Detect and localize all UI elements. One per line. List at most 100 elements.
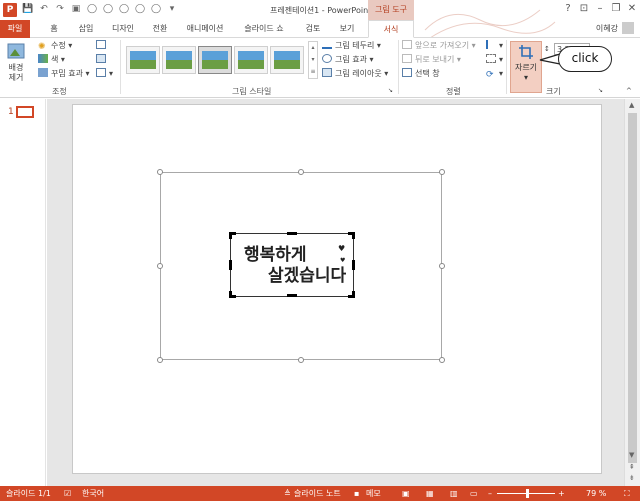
comments-button[interactable]: 메모 bbox=[366, 486, 381, 501]
crop-handle[interactable] bbox=[287, 294, 297, 297]
tab-insert[interactable]: 삽입 bbox=[72, 20, 100, 38]
send-backward-button[interactable]: 뒤로 보내기 ▾ bbox=[402, 54, 461, 66]
heart-icon: ♥ bbox=[338, 244, 346, 253]
tab-format[interactable]: 서식 bbox=[368, 20, 414, 38]
crop-handle[interactable] bbox=[352, 260, 355, 270]
redo-icon[interactable]: ↷ bbox=[54, 3, 66, 15]
artistic-effects-button[interactable]: 꾸밈 효과 ▾ bbox=[38, 68, 90, 80]
prev-slide-icon[interactable]: ⇞ bbox=[629, 463, 635, 471]
save-icon[interactable]: 💾 bbox=[22, 3, 34, 15]
next-slide-icon[interactable]: ⇟ bbox=[629, 474, 635, 482]
zoom-slider-thumb[interactable] bbox=[526, 489, 529, 498]
resize-handle[interactable] bbox=[439, 357, 445, 363]
corrections-button[interactable]: ✺ 수정 ▾ bbox=[38, 40, 72, 52]
picture-border-button[interactable]: 그림 테두리 ▾ bbox=[322, 40, 381, 52]
comments-icon[interactable]: ▪ bbox=[354, 486, 359, 501]
crop-icon bbox=[519, 45, 533, 59]
slide-number: 1 bbox=[8, 107, 14, 117]
tab-view[interactable]: 보기 bbox=[334, 20, 360, 38]
user-name[interactable]: 이혜강 bbox=[596, 23, 618, 34]
resize-handle[interactable] bbox=[439, 169, 445, 175]
from-beginning-icon[interactable]: ▣ bbox=[70, 3, 82, 15]
picture-effects-label: 그림 효과 bbox=[335, 55, 367, 64]
reset-picture-button[interactable]: ▾ bbox=[96, 68, 113, 80]
slide-sorter-icon[interactable]: ▦ bbox=[426, 486, 434, 501]
picture-style-4[interactable] bbox=[234, 46, 268, 74]
scroll-thumb[interactable] bbox=[628, 113, 637, 463]
tab-review[interactable]: 검토 bbox=[300, 20, 326, 38]
scroll-down-icon[interactable]: ▼ bbox=[629, 451, 634, 459]
zoom-level[interactable]: 79 % bbox=[586, 486, 606, 501]
minimize-button[interactable]: – bbox=[592, 0, 608, 18]
size-launcher-icon[interactable]: ↘ bbox=[598, 85, 603, 97]
crop-handle[interactable] bbox=[348, 291, 355, 298]
zoom-in-icon[interactable]: + bbox=[558, 486, 565, 501]
align-icon bbox=[486, 40, 496, 49]
change-picture-button[interactable] bbox=[96, 54, 109, 66]
remove-background-button[interactable]: 배경 제거 bbox=[4, 42, 28, 83]
crop-handle[interactable] bbox=[287, 232, 297, 235]
group-button[interactable]: ▾ bbox=[486, 54, 503, 66]
normal-view-icon[interactable]: ▣ bbox=[402, 486, 410, 501]
tab-file[interactable]: 파일 bbox=[0, 20, 30, 38]
shape-icon[interactable]: ◯ bbox=[86, 3, 98, 15]
resize-handle[interactable] bbox=[157, 169, 163, 175]
collapse-ribbon-icon[interactable]: ^ bbox=[626, 85, 632, 97]
notes-button[interactable]: 슬라이드 노트 bbox=[294, 486, 341, 501]
resize-handle[interactable] bbox=[298, 357, 304, 363]
avatar[interactable] bbox=[622, 22, 634, 34]
reading-view-icon[interactable]: ▥ bbox=[450, 486, 458, 501]
resize-handle[interactable] bbox=[157, 263, 163, 269]
gallery-scroll[interactable]: ▴ ▾ ≡ bbox=[308, 41, 318, 79]
tab-transitions[interactable]: 전환 bbox=[146, 20, 174, 38]
color-button[interactable]: 색 ▾ bbox=[38, 54, 65, 66]
tab-design[interactable]: 디자인 bbox=[106, 20, 140, 38]
tab-slideshow[interactable]: 슬라이드 쇼 bbox=[238, 20, 290, 38]
picture-style-3[interactable] bbox=[198, 46, 232, 74]
calligraphy-text-line2: 살겠습니다 bbox=[268, 266, 347, 286]
picture-style-5[interactable] bbox=[270, 46, 304, 74]
resize-handle[interactable] bbox=[298, 169, 304, 175]
picture-styles-launcher-icon[interactable]: ↘ bbox=[388, 85, 393, 97]
crop-handle[interactable] bbox=[229, 291, 236, 298]
shape3-icon[interactable]: ◯ bbox=[118, 3, 130, 15]
vertical-scrollbar[interactable]: ▲ ▼ ⇞ ⇟ bbox=[624, 99, 640, 486]
slide-thumbnail[interactable] bbox=[16, 106, 34, 118]
picture-effects-button[interactable]: 그림 효과 ▾ bbox=[322, 54, 374, 66]
maximize-button[interactable]: ❐ bbox=[608, 0, 624, 18]
crop-button[interactable]: 자르기 ▾ bbox=[510, 41, 542, 93]
change-picture-icon bbox=[96, 54, 106, 63]
ribbon-display-button[interactable]: ⊡ bbox=[576, 0, 592, 18]
close-button[interactable]: ✕ bbox=[624, 0, 640, 18]
resize-handle[interactable] bbox=[439, 263, 445, 269]
sun-icon: ✺ bbox=[38, 42, 46, 52]
spell-check-icon[interactable]: ☑ bbox=[64, 486, 71, 501]
crop-handle[interactable] bbox=[229, 232, 236, 239]
notes-icon[interactable]: ≜ bbox=[284, 486, 291, 501]
crop-handle[interactable] bbox=[348, 232, 355, 239]
shape2-icon[interactable]: ◯ bbox=[102, 3, 114, 15]
help-button[interactable]: ? bbox=[560, 0, 576, 18]
rotate-button[interactable]: ⟳ ▾ bbox=[486, 68, 503, 80]
language-indicator[interactable]: 한국어 bbox=[82, 486, 104, 501]
picture-style-2[interactable] bbox=[162, 46, 196, 74]
slideshow-view-icon[interactable]: ▭ bbox=[470, 486, 478, 501]
bring-forward-label: 앞으로 가져오기 bbox=[415, 41, 470, 50]
picture-style-1[interactable] bbox=[126, 46, 160, 74]
tab-animations[interactable]: 애니메이션 bbox=[180, 20, 230, 38]
zoom-out-icon[interactable]: – bbox=[488, 486, 492, 501]
picture-layout-button[interactable]: 그림 레이아웃 ▾ bbox=[322, 68, 388, 80]
fit-to-window-icon[interactable]: ⛶ bbox=[624, 486, 630, 501]
shape5-icon[interactable]: ◯ bbox=[150, 3, 162, 15]
selection-pane-button[interactable]: 선택 창 bbox=[402, 68, 440, 80]
customize-qat-icon[interactable]: ▾ bbox=[166, 3, 178, 15]
resize-handle[interactable] bbox=[157, 357, 163, 363]
scroll-up-icon[interactable]: ▲ bbox=[629, 101, 634, 109]
crop-handle[interactable] bbox=[229, 260, 232, 270]
bring-forward-button[interactable]: 앞으로 가져오기 ▾ bbox=[402, 40, 476, 52]
align-button[interactable]: ▾ bbox=[486, 40, 503, 52]
tab-home[interactable]: 홈 bbox=[42, 20, 66, 38]
undo-icon[interactable]: ↶ bbox=[38, 3, 50, 15]
shape4-icon[interactable]: ◯ bbox=[134, 3, 146, 15]
compress-pictures-button[interactable] bbox=[96, 40, 109, 52]
